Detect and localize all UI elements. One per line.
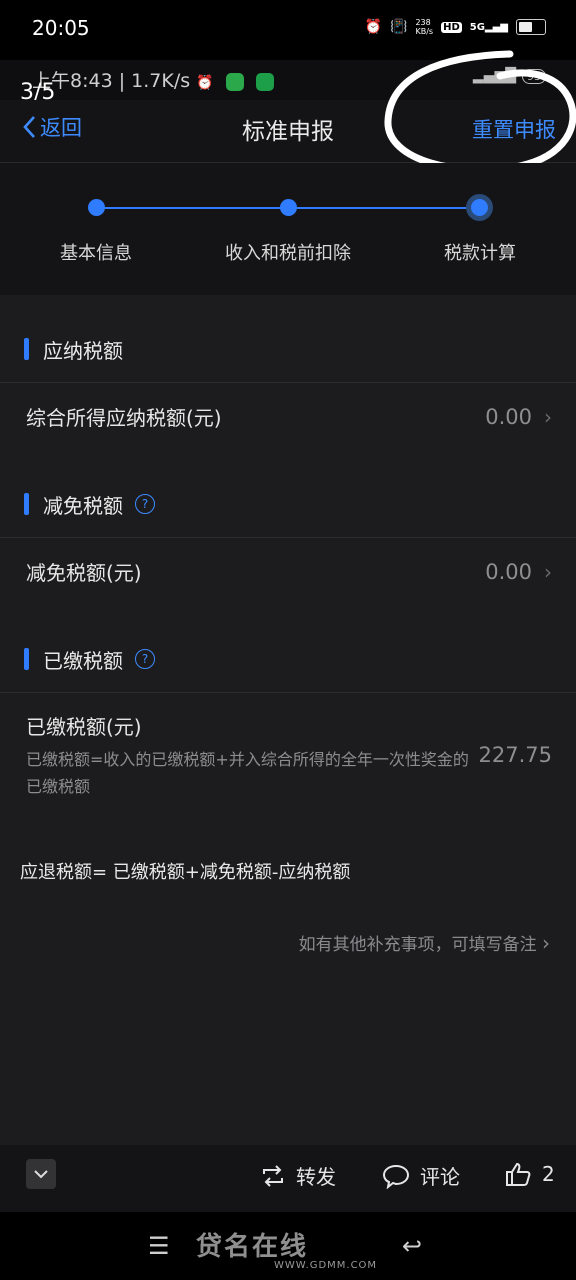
- section-header: 减免税额 ?: [0, 471, 576, 538]
- inner-screenshot: 上午8:43 | 1.7K/s ⏰ ▂▄▆█ 93 3/5 返回 标准申报 重置…: [0, 50, 576, 1212]
- collapse-button[interactable]: [26, 1159, 56, 1189]
- inner-status-bar: 上午8:43 | 1.7K/s ⏰ ▂▄▆█ 93: [0, 60, 576, 100]
- forward-button[interactable]: 转发: [260, 1161, 336, 1190]
- step-label-tax-calc: 税款计算: [444, 243, 516, 264]
- net-speed: 238 KB/s: [415, 18, 434, 36]
- section-title: 已缴税额: [43, 648, 123, 673]
- row-description: 已缴税额=收入的已缴税额+并入综合所得的全年一次性奖金的已缴税额: [26, 749, 469, 796]
- alarm-icon: ⏰: [364, 19, 383, 35]
- comment-label: 评论: [420, 1165, 460, 1189]
- section-tax-exemption: 减免税额 ? 减免税额(元) 0.00 ›: [0, 471, 576, 605]
- inner-clock: 上午8:43 | 1.7K/s ⏰: [32, 66, 274, 93]
- section-title: 应纳税额: [43, 338, 123, 363]
- tax-exemption-row[interactable]: 减免税额(元) 0.00 ›: [0, 538, 576, 605]
- battery-icon: 93: [522, 68, 546, 84]
- row-label: 已缴税额(元): [26, 714, 142, 739]
- outer-status-icons: ⏰ 📳 238 KB/s HD 5G▂▄▆: [365, 18, 546, 36]
- bottom-action-bar: 转发 评论 2: [0, 1145, 576, 1212]
- menu-icon[interactable]: ☰: [148, 1232, 170, 1260]
- vibrate-icon: 📳: [390, 19, 408, 35]
- row-value: 0.00: [485, 404, 532, 429]
- battery-icon: [516, 19, 546, 35]
- nav-bar: 返回 标准申报 重置申报: [0, 100, 576, 163]
- section-accent-bar: [24, 338, 29, 360]
- like-button[interactable]: 2: [504, 1161, 555, 1187]
- progress-stepper: 基本信息 收入和税前扣除 税款计算: [0, 163, 576, 295]
- thumbs-up-icon: [506, 1162, 531, 1186]
- tax-payable-row[interactable]: 综合所得应纳税额(元) 0.00 ›: [0, 383, 576, 450]
- chevron-right-icon: ›: [544, 404, 552, 429]
- chevron-down-icon: [34, 1170, 48, 1179]
- system-nav-bar: ☰ 贷名在线 WWW.GDMM.COM ↩: [0, 1212, 576, 1280]
- inner-time-text: 上午8:43 | 1.7K/s: [32, 70, 191, 92]
- alarm-icon: ⏰: [196, 75, 214, 91]
- shield-icon: [255, 72, 274, 91]
- signal-icon: ▂▄▆█: [472, 68, 516, 84]
- refund-formula: 应退税额= 已缴税额+减免税额-应纳税额: [0, 837, 576, 905]
- section-title: 减免税额: [43, 493, 123, 518]
- like-count: 2: [542, 1162, 555, 1186]
- comment-icon: [382, 1164, 410, 1189]
- signal-icon: 5G▂▄▆: [469, 21, 508, 33]
- step-label-income: 收入和税前扣除: [225, 243, 351, 264]
- section-header: 应纳税额: [0, 316, 576, 383]
- reset-declaration-button[interactable]: 重置申报: [472, 114, 556, 144]
- comment-button[interactable]: 评论: [382, 1161, 460, 1190]
- section-accent-bar: [24, 493, 29, 515]
- watermark-url: WWW.GDMM.COM: [274, 1260, 378, 1271]
- step-dot-2: [280, 199, 297, 216]
- chevron-right-icon: ›: [542, 931, 550, 955]
- remark-label: 如有其他补充事项，可填写备注: [298, 935, 537, 955]
- row-value: 227.75: [478, 743, 552, 767]
- row-label: 减免税额(元): [26, 561, 142, 585]
- section-tax-payable: 应纳税额 综合所得应纳税额(元) 0.00 ›: [0, 316, 576, 450]
- section-tax-paid: 已缴税额 ? 已缴税额(元) 已缴税额=收入的已缴税额+并入综合所得的全年一次性…: [0, 626, 576, 817]
- hd-badge: HD: [441, 21, 462, 33]
- section-accent-bar: [24, 648, 29, 670]
- watermark-logo: 贷名在线: [196, 1232, 309, 1262]
- remark-link[interactable]: 如有其他补充事项，可填写备注 ›: [299, 930, 550, 955]
- help-icon[interactable]: ?: [135, 494, 155, 514]
- wechat-icon: [225, 72, 244, 91]
- chevron-right-icon: ›: [544, 559, 552, 584]
- step-dot-3-current: [471, 199, 488, 216]
- back-nav-icon[interactable]: ↩: [402, 1232, 422, 1260]
- outer-status-bar: 20:05 ⏰ 📳 238 KB/s HD 5G▂▄▆: [0, 0, 576, 60]
- section-header: 已缴税额 ?: [0, 626, 576, 693]
- tax-paid-row[interactable]: 已缴税额(元) 已缴税额=收入的已缴税额+并入综合所得的全年一次性奖金的已缴税额…: [0, 693, 576, 817]
- inner-status-icons: ▂▄▆█ 93: [473, 68, 546, 84]
- forward-label: 转发: [296, 1165, 336, 1189]
- help-icon[interactable]: ?: [135, 649, 155, 669]
- repost-icon: [263, 1164, 283, 1187]
- outer-clock: 20:05: [32, 16, 90, 40]
- row-label: 综合所得应纳税额(元): [26, 406, 222, 430]
- step-label-basic-info: 基本信息: [60, 243, 132, 264]
- signal-label: 5G: [469, 21, 485, 33]
- step-dot-1: [88, 199, 105, 216]
- row-value: 0.00: [485, 559, 532, 584]
